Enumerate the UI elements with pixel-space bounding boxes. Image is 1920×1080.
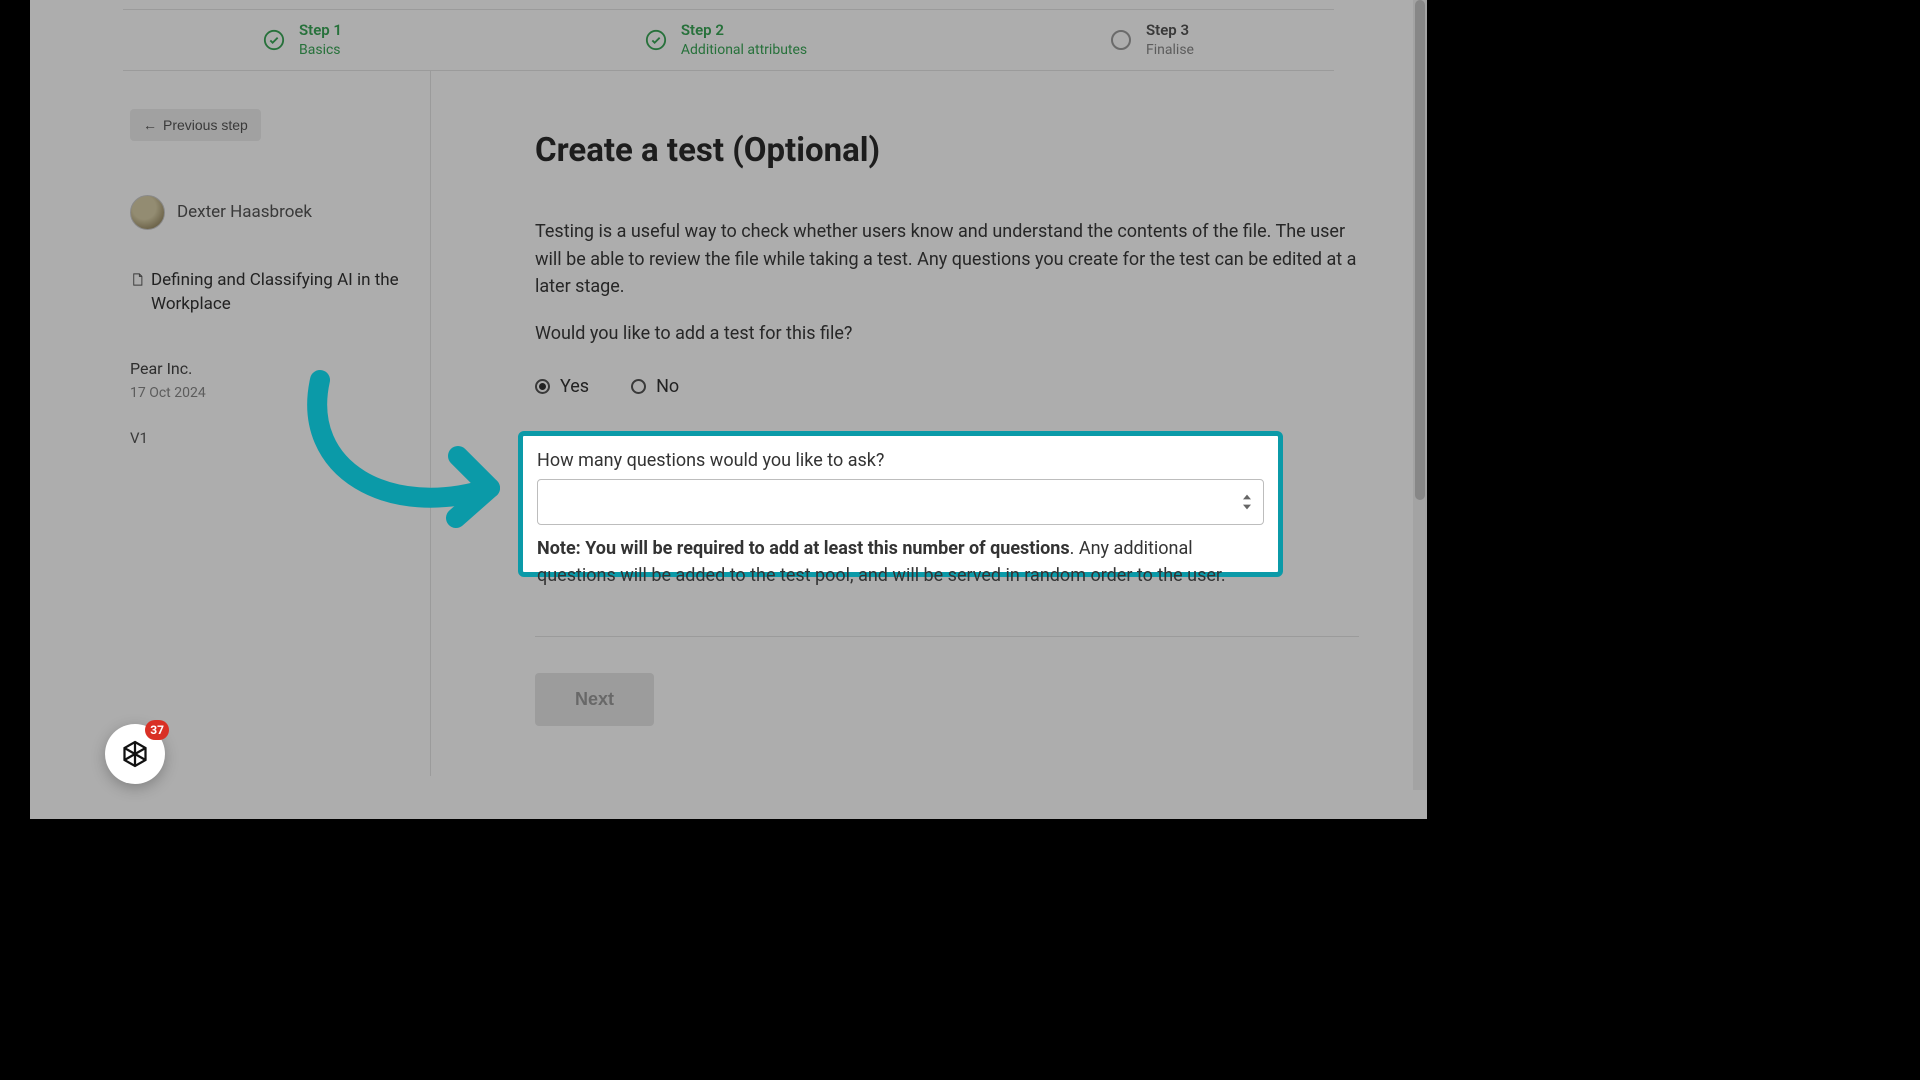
note-bold: Note: You will be required to add at lea… <box>537 538 1070 559</box>
main-content: Create a test (Optional) Testing is a us… <box>431 71 1427 777</box>
step-title: Step 2 <box>681 21 807 41</box>
circle-icon <box>1110 29 1132 51</box>
step-subtitle: Finalise <box>1146 41 1194 59</box>
previous-step-label: Previous step <box>163 117 248 133</box>
scrollbar-track[interactable] <box>1413 0 1427 790</box>
sidebar: ← Previous step Dexter Haasbroek Definin… <box>30 71 431 777</box>
stepper: Step 1 Basics Step 2 Additional attribut… <box>123 9 1334 71</box>
radio-yes-label: Yes <box>560 376 589 397</box>
document-icon <box>130 268 145 296</box>
page-container: Step 1 Basics Step 2 Additional attribut… <box>30 0 1427 819</box>
step-subtitle: Basics <box>299 41 342 59</box>
document-title-row: Defining and Classifying AI in the Workp… <box>130 268 400 317</box>
step-title: Step 1 <box>299 21 342 41</box>
divider <box>535 636 1359 637</box>
intro-paragraph: Testing is a useful way to check whether… <box>535 218 1359 302</box>
radio-yes[interactable]: Yes <box>535 376 589 397</box>
check-circle-icon <box>263 29 285 51</box>
step-up-icon[interactable] <box>1240 492 1254 502</box>
step-subtitle: Additional attributes <box>681 41 807 59</box>
question-count-label: How many questions would you like to ask… <box>537 450 1264 471</box>
step-title: Step 3 <box>1146 21 1194 41</box>
radio-icon <box>631 379 646 394</box>
scrollbar-thumb[interactable] <box>1415 0 1425 500</box>
prompt-text: Would you like to add a test for this fi… <box>535 323 1359 344</box>
next-button[interactable]: Next <box>535 673 654 726</box>
step-2[interactable]: Step 2 Additional attributes <box>645 21 807 59</box>
avatar <box>130 195 165 230</box>
question-count-input[interactable] <box>537 479 1264 525</box>
widget-logo-icon <box>120 739 150 769</box>
author-row: Dexter Haasbroek <box>130 195 400 230</box>
page-title: Create a test (Optional) <box>535 131 1359 170</box>
radio-group: Yes No <box>535 376 1359 397</box>
notification-badge: 37 <box>145 720 169 740</box>
help-widget-button[interactable]: 37 <box>105 724 165 784</box>
document-title: Defining and Classifying AI in the Workp… <box>151 268 400 317</box>
step-3[interactable]: Step 3 Finalise <box>1110 21 1194 59</box>
previous-step-button[interactable]: ← Previous step <box>130 109 261 141</box>
radio-icon <box>535 379 550 394</box>
highlight-callout: How many questions would you like to ask… <box>518 431 1283 577</box>
document-date: 17 Oct 2024 <box>130 385 400 401</box>
check-circle-icon <box>645 29 667 51</box>
radio-no[interactable]: No <box>631 376 679 397</box>
number-stepper <box>1240 492 1254 512</box>
document-version: V1 <box>130 429 400 447</box>
radio-no-label: No <box>656 376 679 397</box>
arrow-left-icon: ← <box>143 117 157 133</box>
step-down-icon[interactable] <box>1240 502 1254 512</box>
note-text: Note: You will be required to add at lea… <box>537 535 1264 589</box>
company-name: Pear Inc. <box>130 359 400 378</box>
step-1[interactable]: Step 1 Basics <box>263 21 342 59</box>
author-name: Dexter Haasbroek <box>177 202 312 222</box>
